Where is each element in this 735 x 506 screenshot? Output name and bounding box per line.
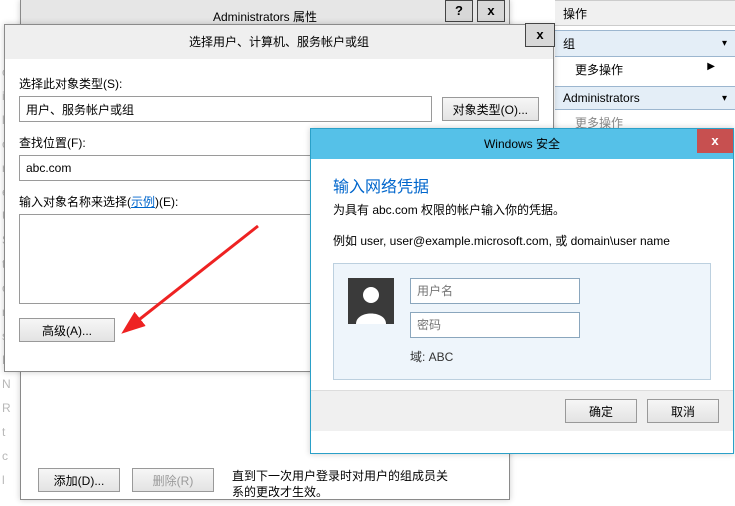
names-label-pre: 输入对象名称来选择( — [19, 195, 131, 209]
domain-label: 域: ABC — [410, 348, 580, 365]
close-button[interactable]: x — [525, 23, 555, 47]
chevron-right-icon: ▶ — [707, 61, 715, 78]
actions-header: 操作 — [555, 0, 735, 26]
security-subheading: 为具有 abc.com 权限的帐户输入你的凭据。 — [333, 201, 711, 218]
close-button[interactable]: x — [477, 0, 505, 22]
windows-security-window: Windows 安全 x 输入网络凭据 为具有 abc.com 权限的帐户输入你… — [310, 128, 734, 454]
actions-more-ops[interactable]: 更多操作 ▶ — [555, 57, 735, 82]
caret-down-icon: ▾ — [722, 93, 727, 104]
object-type-label: 选择此对象类型(S): — [19, 75, 539, 92]
remove-button: 删除(R) — [132, 468, 214, 492]
username-field[interactable] — [410, 278, 580, 304]
security-title: Windows 安全 — [484, 137, 560, 151]
select-title: 选择用户、计算机、服务帐户或组 — [189, 35, 369, 49]
admin-bottom-row: 添加(D)... 删除(R) 直到下一次用户登录时对用户的组成员关系的更改才生效… — [38, 468, 508, 500]
actions-more-label: 更多操作 — [575, 61, 623, 78]
cancel-button[interactable]: 取消 — [647, 399, 719, 423]
add-button[interactable]: 添加(D)... — [38, 468, 120, 492]
actions-panel: 操作 组 ▾ 更多操作 ▶ Administrators ▾ 更多操作 — [555, 0, 735, 135]
actions-group-header[interactable]: 组 ▾ — [555, 30, 735, 57]
close-button[interactable]: x — [697, 129, 733, 153]
actions-admins-header[interactable]: Administrators ▾ — [555, 86, 735, 110]
security-titlebar: Windows 安全 x — [311, 129, 733, 159]
caret-down-icon: ▾ — [722, 38, 727, 49]
actions-admins-label: Administrators — [563, 91, 640, 105]
ok-button[interactable]: 确定 — [565, 399, 637, 423]
avatar-icon — [348, 278, 394, 327]
advanced-button[interactable]: 高级(A)... — [19, 318, 115, 342]
admin-title: Administrators 属性 — [213, 10, 317, 24]
object-type-button[interactable]: 对象类型(O)... — [442, 97, 539, 121]
credentials-box: 域: ABC — [333, 263, 711, 380]
security-heading: 输入网络凭据 — [333, 173, 711, 197]
select-titlebar: 选择用户、计算机、服务帐户或组 x — [5, 25, 553, 59]
password-field[interactable] — [410, 312, 580, 338]
names-label-post: )(E): — [155, 195, 178, 209]
actions-group-label: 组 — [563, 35, 575, 52]
security-content: 输入网络凭据 为具有 abc.com 权限的帐户输入你的凭据。 例如 user,… — [311, 159, 733, 390]
help-button[interactable]: ? — [445, 0, 473, 22]
membership-note: 直到下一次用户登录时对用户的组成员关系的更改才生效。 — [232, 468, 452, 500]
examples-link[interactable]: 示例 — [131, 195, 155, 209]
security-hint: 例如 user, user@example.microsoft.com, 或 d… — [333, 232, 711, 249]
security-footer: 确定 取消 — [311, 390, 733, 431]
object-type-field — [19, 96, 432, 122]
